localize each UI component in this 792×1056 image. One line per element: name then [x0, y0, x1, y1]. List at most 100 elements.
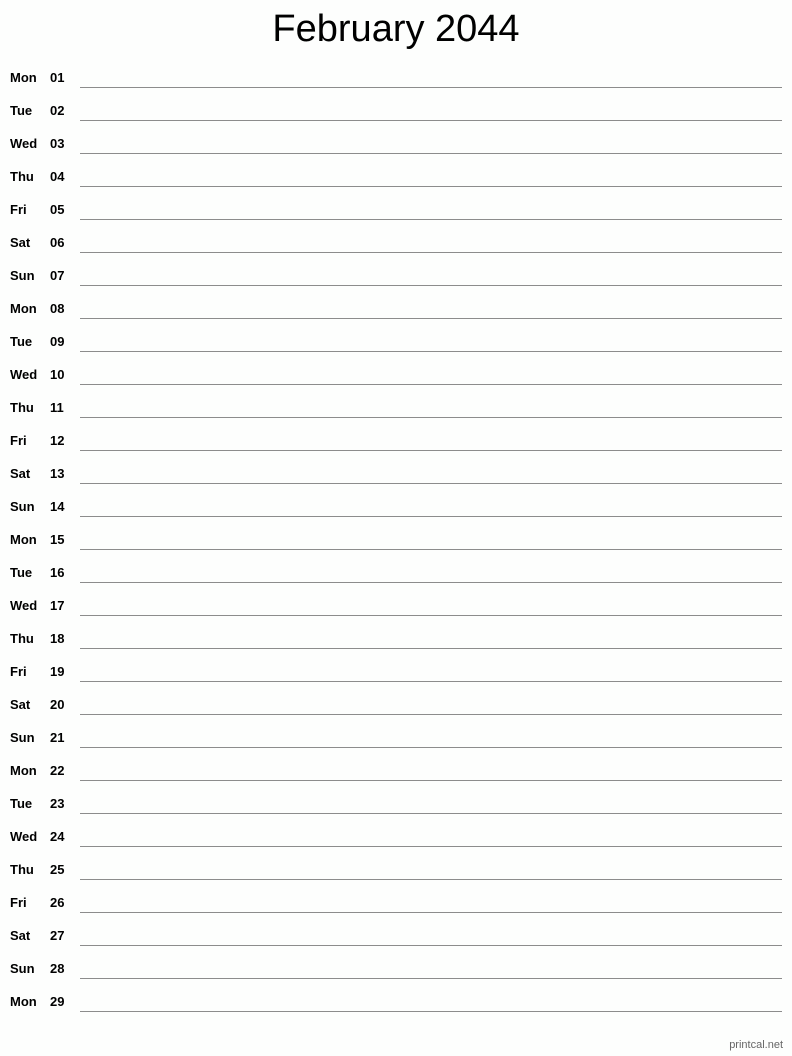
day-of-week-label: Fri [10, 433, 27, 448]
writing-line[interactable] [80, 384, 782, 385]
day-number-label: 20 [50, 697, 65, 712]
writing-line[interactable] [80, 912, 782, 913]
day-number-label: 04 [50, 169, 65, 184]
day-number-label: 24 [50, 829, 65, 844]
day-number-label: 15 [50, 532, 65, 547]
day-row: Sun 07 [0, 268, 792, 301]
day-of-week-label: Mon [10, 994, 37, 1009]
day-row: Mon 22 [0, 763, 792, 796]
day-of-week-label: Thu [10, 631, 34, 646]
day-number-label: 01 [50, 70, 65, 85]
writing-line[interactable] [80, 450, 782, 451]
page-title: February 2044 [272, 8, 520, 50]
writing-line[interactable] [80, 879, 782, 880]
day-number-label: 21 [50, 730, 65, 745]
day-row: Sun 21 [0, 730, 792, 763]
day-number-label: 14 [50, 499, 65, 514]
day-row: Thu 04 [0, 169, 792, 202]
day-number-label: 12 [50, 433, 65, 448]
day-of-week-label: Sat [10, 697, 31, 712]
day-number-label: 26 [50, 895, 65, 910]
day-number-label: 06 [50, 235, 65, 250]
day-number-label: 13 [50, 466, 65, 481]
day-number-label: 08 [50, 301, 65, 316]
day-of-week-label: Thu [10, 862, 34, 877]
day-row: Mon 01 [0, 70, 792, 103]
day-row: Thu 18 [0, 631, 792, 664]
day-row: Fri 12 [0, 433, 792, 466]
day-number-label: 22 [50, 763, 65, 778]
day-number-label: 17 [50, 598, 65, 613]
day-row: Sat 13 [0, 466, 792, 499]
day-row: Mon 08 [0, 301, 792, 334]
footer-credit: printcal.net [729, 1039, 783, 1051]
day-number-label: 19 [50, 664, 65, 679]
writing-line[interactable] [80, 483, 782, 484]
day-of-week-label: Wed [10, 367, 38, 382]
writing-line[interactable] [80, 582, 782, 583]
day-row: Wed 17 [0, 598, 792, 631]
writing-line[interactable] [80, 846, 782, 847]
day-row: Sat 20 [0, 697, 792, 730]
day-number-label: 11 [50, 400, 64, 415]
writing-line[interactable] [80, 153, 782, 154]
day-of-week-label: Tue [10, 796, 33, 811]
writing-line[interactable] [80, 87, 782, 88]
day-of-week-label: Sun [10, 730, 35, 745]
writing-line[interactable] [80, 945, 782, 946]
day-row: Tue 23 [0, 796, 792, 829]
writing-line[interactable] [80, 186, 782, 187]
writing-line[interactable] [80, 714, 782, 715]
day-row: Mon 29 [0, 994, 792, 1027]
day-number-label: 07 [50, 268, 65, 283]
day-row: Tue 16 [0, 565, 792, 598]
day-row: Wed 03 [0, 136, 792, 169]
day-row: Fri 26 [0, 895, 792, 928]
day-number-label: 25 [50, 862, 65, 877]
writing-line[interactable] [80, 813, 782, 814]
writing-line[interactable] [80, 648, 782, 649]
writing-line[interactable] [80, 681, 782, 682]
day-of-week-label: Tue [10, 334, 33, 349]
day-row: Sun 28 [0, 961, 792, 994]
day-row: Mon 15 [0, 532, 792, 565]
writing-line[interactable] [80, 549, 782, 550]
writing-line[interactable] [80, 1011, 782, 1012]
writing-line[interactable] [80, 120, 782, 121]
writing-line[interactable] [80, 252, 782, 253]
day-row: Thu 11 [0, 400, 792, 433]
day-number-label: 18 [50, 631, 65, 646]
day-number-label: 05 [50, 202, 65, 217]
day-of-week-label: Mon [10, 532, 37, 547]
writing-line[interactable] [80, 285, 782, 286]
day-of-week-label: Wed [10, 598, 38, 613]
day-of-week-label: Mon [10, 301, 37, 316]
day-number-label: 03 [50, 136, 65, 151]
writing-line[interactable] [80, 615, 782, 616]
day-row: Sat 27 [0, 928, 792, 961]
writing-line[interactable] [80, 978, 782, 979]
day-of-week-label: Mon [10, 763, 37, 778]
writing-line[interactable] [80, 318, 782, 319]
day-of-week-label: Fri [10, 895, 27, 910]
day-of-week-label: Sun [10, 268, 35, 283]
day-row: Sun 14 [0, 499, 792, 532]
day-of-week-label: Thu [10, 169, 34, 184]
day-number-label: 29 [50, 994, 65, 1009]
day-row: Fri 05 [0, 202, 792, 235]
writing-line[interactable] [80, 747, 782, 748]
writing-line[interactable] [80, 417, 782, 418]
day-number-label: 23 [50, 796, 65, 811]
day-of-week-label: Tue [10, 103, 33, 118]
day-number-label: 16 [50, 565, 65, 580]
writing-line[interactable] [80, 780, 782, 781]
day-number-label: 28 [50, 961, 65, 976]
day-number-label: 02 [50, 103, 65, 118]
day-row: Wed 10 [0, 367, 792, 400]
day-row: Fri 19 [0, 664, 792, 697]
writing-line[interactable] [80, 516, 782, 517]
writing-line[interactable] [80, 351, 782, 352]
writing-line[interactable] [80, 219, 782, 220]
day-of-week-label: Sun [10, 961, 35, 976]
day-of-week-label: Tue [10, 565, 33, 580]
